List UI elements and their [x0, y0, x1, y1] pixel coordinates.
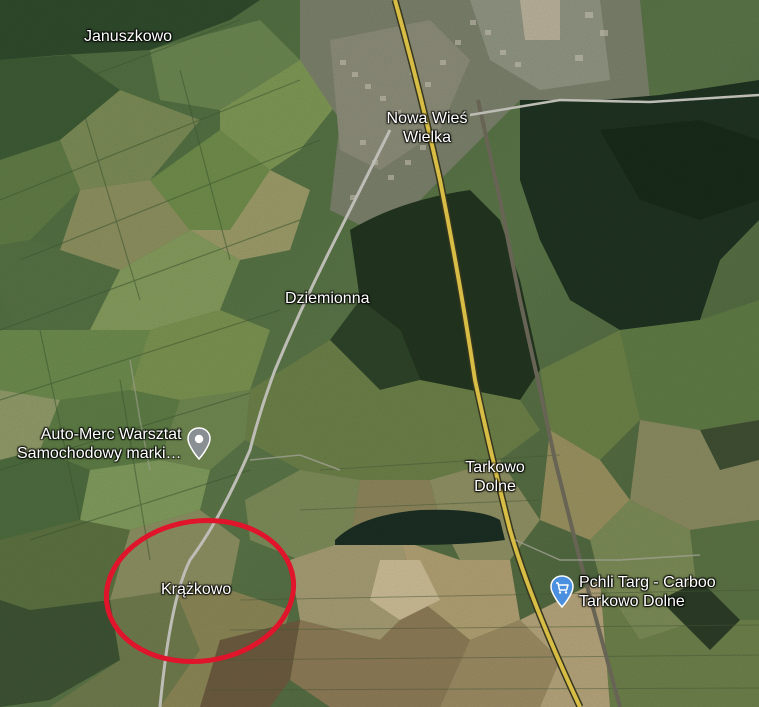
place-label-krazkowo[interactable]: Krążkowo — [161, 580, 231, 599]
place-label-januszkowo[interactable]: Januszkowo — [84, 27, 172, 46]
place-label-dziemionna[interactable]: Dziemionna — [285, 289, 369, 308]
map-pin-icon[interactable] — [186, 427, 212, 461]
poi-name-line-1: Auto-Merc Warsztat — [40, 426, 182, 443]
poi-auto-merc[interactable]: Auto-Merc Warsztat Samochodowy marki… — [17, 425, 212, 463]
place-label-nowa-wies-wielka[interactable]: Nowa Wieś Wielka — [372, 109, 482, 147]
poi-label: Pchli Targ - Carboo Tarkowo Dolne — [579, 573, 716, 611]
place-name: Krążkowo — [161, 581, 232, 598]
place-name: Dziemionna — [285, 290, 370, 307]
poi-name-line-2: Samochodowy marki… — [17, 445, 182, 462]
poi-label: Auto-Merc Warsztat Samochodowy marki… — [17, 425, 182, 463]
place-name-line-1: Nowa Wieś — [386, 110, 468, 127]
poi-name-line-1: Pchli Targ - Carboo — [579, 574, 716, 591]
place-name-line-1: Tarkowo — [465, 459, 525, 476]
poi-pchli-targ[interactable]: Pchli Targ - Carboo Tarkowo Dolne — [549, 573, 716, 611]
place-name-line-2: Dolne — [474, 478, 516, 495]
place-name: Januszkowo — [84, 28, 173, 45]
shopping-cart-pin-icon[interactable] — [549, 575, 575, 609]
place-name-line-2: Wielka — [402, 129, 451, 146]
satellite-map[interactable]: Januszkowo Nowa Wieś Wielka Dziemionna T… — [0, 0, 759, 707]
place-label-tarkowo-dolne[interactable]: Tarkowo Dolne — [445, 458, 545, 496]
poi-name-line-2: Tarkowo Dolne — [579, 593, 685, 610]
